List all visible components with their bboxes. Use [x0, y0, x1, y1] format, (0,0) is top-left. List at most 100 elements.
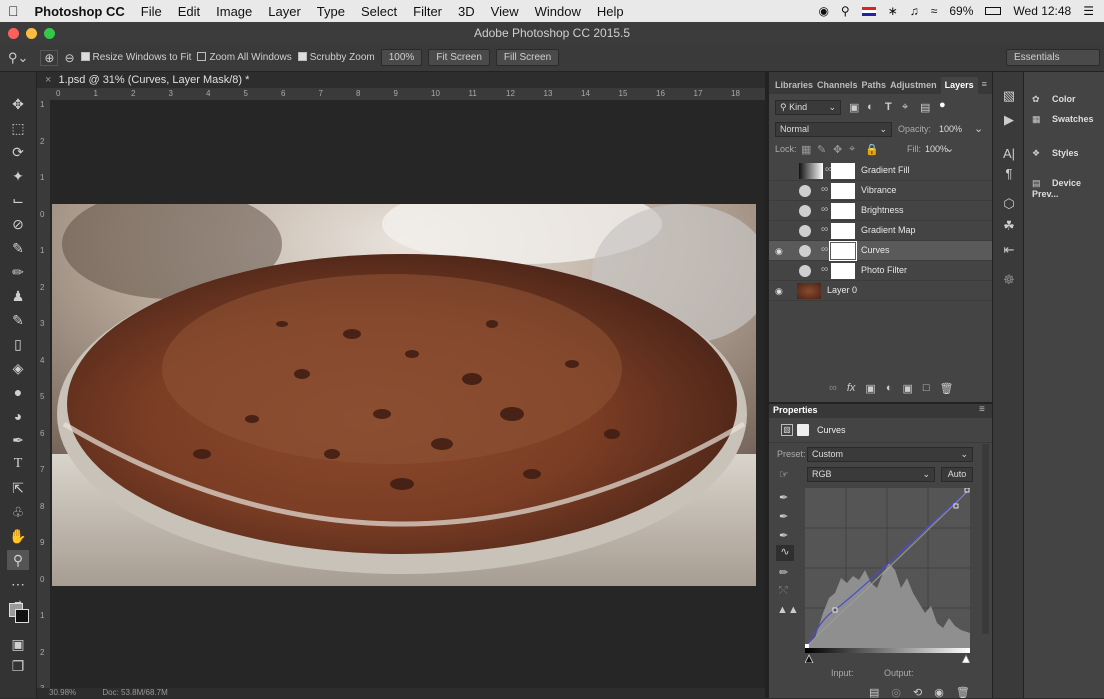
- notification-center-icon[interactable]: ☰: [1083, 4, 1094, 18]
- background-color-swatch[interactable]: [15, 609, 29, 623]
- type-tool-icon[interactable]: T: [7, 454, 29, 474]
- eraser-tool-icon[interactable]: ▯: [7, 334, 29, 354]
- filter-adjustment-icon[interactable]: ◐: [867, 101, 874, 113]
- 3d-panel-icon[interactable]: ⬡: [1001, 196, 1017, 212]
- menu-layer[interactable]: Layer: [260, 4, 309, 19]
- opacity-value[interactable]: 100%: [939, 124, 962, 134]
- lock-all-icon[interactable]: 🔒: [865, 143, 879, 156]
- brush-presets-icon[interactable]: ☘: [1001, 218, 1017, 234]
- zoom-in-icon[interactable]: ⊕: [40, 49, 59, 66]
- point-curve-icon[interactable]: ∿: [776, 545, 794, 561]
- channel-select[interactable]: RGB ⌄: [807, 467, 935, 482]
- eye-icon[interactable]: ◉: [775, 246, 785, 256]
- filter-type-icon[interactable]: T: [885, 101, 892, 113]
- clone-stamp-tool-icon[interactable]: ♟: [7, 286, 29, 306]
- new-layer-icon[interactable]: □: [923, 382, 930, 395]
- screen-mode-icon[interactable]: ❐: [7, 656, 29, 676]
- hand-tool-icon[interactable]: ✋: [7, 526, 29, 546]
- zoom-tool-icon[interactable]: ⚲: [7, 550, 29, 570]
- gray-point-eyedropper-icon[interactable]: ✒: [779, 510, 788, 523]
- layer-row[interactable]: ∞ Photo Filter: [769, 261, 992, 281]
- custom-shape-tool-icon[interactable]: ♧: [7, 502, 29, 522]
- zoom-tool-preset-icon[interactable]: ⚲⌄: [8, 50, 28, 66]
- tool-presets-icon[interactable]: ☸: [1001, 272, 1017, 288]
- visibility-toggle[interactable]: [775, 266, 785, 276]
- layer-row[interactable]: ◉ Layer 0: [769, 281, 992, 301]
- menu-3d[interactable]: 3D: [450, 4, 483, 19]
- crop-tool-icon[interactable]: ⌙: [7, 190, 29, 210]
- layer-mask-thumbnail[interactable]: [831, 183, 855, 199]
- menu-type[interactable]: Type: [309, 4, 353, 19]
- preset-select[interactable]: Custom ⌄: [807, 447, 973, 462]
- trash-icon[interactable]: 🗑: [956, 686, 970, 699]
- menu-help[interactable]: Help: [589, 4, 632, 19]
- paint-bucket-tool-icon[interactable]: ◈: [7, 358, 29, 378]
- layer-mask-thumbnail[interactable]: [831, 223, 855, 239]
- brush-tool-icon[interactable]: ✏: [7, 262, 29, 282]
- pencil-curve-icon[interactable]: ✏: [779, 566, 788, 579]
- healing-brush-tool-icon[interactable]: ✎: [7, 238, 29, 258]
- character-panel-icon[interactable]: A|: [1001, 146, 1017, 162]
- reset-icon[interactable]: ⟲: [913, 686, 922, 699]
- filter-smart-object-icon[interactable]: ▤: [920, 101, 930, 114]
- minimize-window-button[interactable]: [26, 28, 37, 39]
- tab-adjustments[interactable]: Adjustmen: [890, 77, 937, 94]
- clipping-warning-icon[interactable]: ▲▲: [777, 604, 799, 616]
- menu-filter[interactable]: Filter: [405, 4, 450, 19]
- battery-icon[interactable]: [985, 7, 1002, 15]
- blur-tool-icon[interactable]: ●: [7, 382, 29, 402]
- lock-image-icon[interactable]: ✎: [817, 143, 826, 156]
- wifi-icon[interactable]: ≈: [931, 4, 938, 18]
- visibility-toggle[interactable]: [775, 166, 785, 176]
- layer-row[interactable]: ∞ Vibrance: [769, 181, 992, 201]
- horizontal-ruler[interactable]: 012345678910111213141516171819: [50, 88, 777, 100]
- layer-filter-kind[interactable]: ⚲ Kind ⌄: [775, 100, 841, 115]
- input-flag-icon[interactable]: [861, 6, 876, 16]
- menu-image[interactable]: Image: [208, 4, 260, 19]
- paragraph-panel-icon[interactable]: ¶: [1001, 166, 1017, 182]
- layer-mask-thumbnail[interactable]: [831, 203, 855, 219]
- panel-item-color[interactable]: ✿ Color: [1032, 94, 1076, 105]
- history-panel-icon[interactable]: ▧: [1001, 88, 1017, 104]
- layer-mask-thumbnail[interactable]: [829, 241, 857, 261]
- tab-channels[interactable]: Channels: [817, 77, 858, 94]
- layer-mask-thumbnail[interactable]: [831, 263, 855, 279]
- quick-mask-icon[interactable]: ▣: [7, 634, 29, 654]
- doc-size[interactable]: Doc: 53.8M/68.7M: [102, 688, 167, 697]
- lasso-tool-icon[interactable]: ⟳: [7, 142, 29, 162]
- more-tools-icon[interactable]: ⋯: [7, 574, 29, 594]
- chevron-down-icon[interactable]: ⌄: [945, 142, 954, 155]
- zoom-window-button[interactable]: [44, 28, 55, 39]
- clock[interactable]: Wed 12:48: [1013, 4, 1071, 18]
- layer-mask-thumbnail[interactable]: [831, 163, 855, 179]
- apple-menu-icon[interactable]: : [0, 3, 27, 19]
- filter-toggle-icon[interactable]: ●: [939, 99, 946, 111]
- link-layers-icon[interactable]: ∞: [829, 382, 837, 395]
- fx-icon[interactable]: fx: [847, 382, 856, 395]
- path-selection-tool-icon[interactable]: ⇱: [7, 478, 29, 498]
- history-brush-tool-icon[interactable]: ✎: [7, 310, 29, 330]
- black-point-eyedropper-icon[interactable]: ✒: [779, 491, 788, 504]
- toggle-visibility-icon[interactable]: ◉: [934, 686, 944, 699]
- layer-row[interactable]: ∞ Brightness: [769, 201, 992, 221]
- menu-select[interactable]: Select: [353, 4, 405, 19]
- new-adjustment-icon[interactable]: ◐: [886, 382, 893, 395]
- actions-panel-icon[interactable]: ▶: [1001, 112, 1017, 128]
- timeline-icon[interactable]: ⇤: [1001, 242, 1017, 258]
- visibility-toggle[interactable]: [775, 206, 785, 216]
- eye-icon[interactable]: ◉: [775, 286, 785, 296]
- zoom-out-icon[interactable]: ⊖: [64, 51, 74, 65]
- document-photo[interactable]: [52, 204, 756, 586]
- white-point-eyedropper-icon[interactable]: ✒: [779, 529, 788, 542]
- bluetooth-icon[interactable]: ∗: [888, 4, 898, 18]
- eyedropper-tool-icon[interactable]: ⊘: [7, 214, 29, 234]
- quick-select-tool-icon[interactable]: ✦: [7, 166, 29, 186]
- tab-libraries[interactable]: Libraries: [775, 77, 813, 94]
- workspace-selector[interactable]: Essentials: [1006, 49, 1100, 66]
- panel-menu-icon[interactable]: ≡: [979, 404, 985, 415]
- panel-item-styles[interactable]: ❖ Styles: [1032, 148, 1079, 159]
- document-tab[interactable]: × 1.psd @ 31% (Curves, Layer Mask/8) *: [37, 72, 765, 88]
- creative-cloud-icon[interactable]: ◉: [818, 4, 828, 18]
- zoom-level[interactable]: 30.98%: [49, 688, 76, 697]
- panel-item-swatches[interactable]: ▦ Swatches: [1032, 114, 1094, 125]
